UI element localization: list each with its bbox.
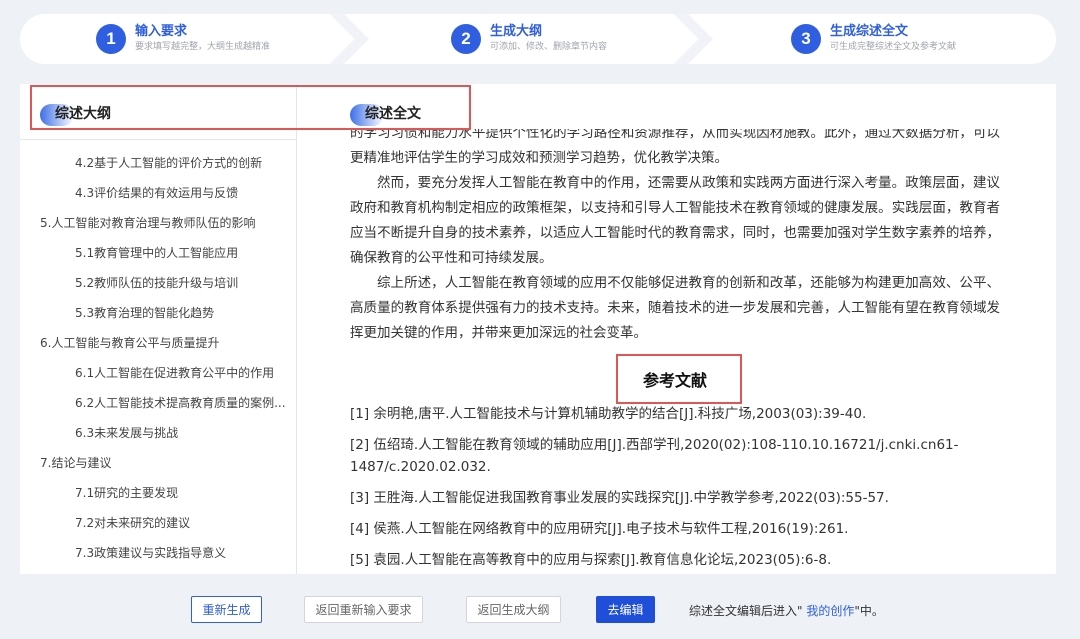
step-separator-chevron-icon xyxy=(281,14,369,64)
outline-item[interactable]: 5.1教育管理中的人工智能应用 xyxy=(20,238,290,268)
outline-item[interactable]: 7.3政策建议与实践指导意义 xyxy=(20,538,290,568)
outline-pane-title: 综述大纲 xyxy=(55,106,111,122)
edit-button[interactable]: 去编辑 xyxy=(596,596,655,623)
step-title: 输入要求 xyxy=(135,24,188,39)
step-generate-fulltext: 3 生成综述全文 可生成完整综述全文及参考文献 xyxy=(791,14,956,64)
outline-header-divider xyxy=(20,139,296,140)
back-to-requirements-button[interactable]: 返回重新输入要求 xyxy=(304,596,423,623)
outline-item[interactable]: 5.2教师队伍的技能升级与培训 xyxy=(20,268,290,298)
step-title: 生成综述全文 xyxy=(830,24,909,39)
outline-item[interactable]: 6.3未来发展与挑战 xyxy=(20,418,290,448)
reference-item: [1] 余明艳,唐平.人工智能技术与计算机辅助教学的结合[J].科技广场,200… xyxy=(350,406,867,422)
step-number-badge: 3 xyxy=(791,24,821,54)
outline-item[interactable]: 7.1研究的主要发现 xyxy=(20,478,290,508)
step-subtitle: 可添加、修改、删除章节内容 xyxy=(490,42,608,52)
fulltext-paragraph: 然而，要充分发挥人工智能在教育中的作用，还需要从政策和实践两方面进行深入考量。政… xyxy=(350,175,1000,266)
footer-note-prefix: 综述全文编辑后进入" xyxy=(689,604,803,618)
reference-item: [4] 侯燕.人工智能在网络教育中的应用研究[J].电子技术与软件工程,2016… xyxy=(350,521,849,537)
outline-item[interactable]: 6.人工智能与教育公平与质量提升 xyxy=(20,328,296,358)
outline-item[interactable]: 4.2基于人工智能的评价方式的创新 xyxy=(20,148,290,178)
reference-item: [3] 王胜海.人工智能促进我国教育事业发展的实践探究[J].中学教学参考,20… xyxy=(350,490,889,506)
outline-item[interactable]: 6.1人工智能在促进教育公平中的作用 xyxy=(20,358,290,388)
fulltext-paragraph: 的学习习惯和能力水平提供个性化的学习路径和资源推荐，从而实现因材施教。此外，通过… xyxy=(350,129,1000,166)
outline-item[interactable]: 4.3评价结果的有效运用与反馈 xyxy=(20,178,290,208)
review-workspace-card: 综述大纲 综述全文 4.2基于人工智能的评价方式的创新 4.3评价结果的有效运用… xyxy=(20,84,1056,574)
step-input-requirements: 1 输入要求 要求填写越完整，大纲生成越精准 xyxy=(96,14,270,64)
outline-item[interactable]: 6.2人工智能技术提高教育质量的案例... xyxy=(20,388,290,418)
references-title: 参考文献 xyxy=(642,371,707,390)
step-generate-outline: 2 生成大纲 可添加、修改、删除章节内容 xyxy=(451,14,607,64)
outline-item[interactable]: 5.3教育治理的智能化趋势 xyxy=(20,298,290,328)
step-number-badge: 1 xyxy=(96,24,126,54)
regenerate-button[interactable]: 重新生成 xyxy=(191,596,262,623)
step-title: 生成大纲 xyxy=(490,24,543,39)
progress-stepper: 1 输入要求 要求填写越完整，大纲生成越精准 2 生成大纲 可添加、修改、删除章… xyxy=(20,14,1056,64)
back-to-outline-button[interactable]: 返回生成大纲 xyxy=(466,596,561,623)
step-separator-chevron-icon xyxy=(625,14,713,64)
fulltext-paragraph: 综上所述，人工智能在教育领域的应用不仅能够促进教育的创新和改革，还能够为构建更加… xyxy=(350,275,1000,341)
step-number-badge: 2 xyxy=(451,24,481,54)
my-creations-link[interactable]: 我的创作 xyxy=(803,604,854,618)
footer-note-suffix: "中。 xyxy=(854,604,884,618)
reference-item: [5] 袁园.人工智能在高等教育中的应用与探索[J].教育信息化论坛,2023(… xyxy=(350,552,832,568)
outline-pane-header: 综述大纲 xyxy=(40,98,111,128)
fulltext-pane-title: 综述全文 xyxy=(365,106,421,122)
fulltext-content[interactable]: 的学习习惯和能力水平提供个性化的学习路径和资源推荐，从而实现因材施教。此外，通过… xyxy=(350,129,1000,574)
reference-item: [2] 伍绍琦.人工智能在教育领域的辅助应用[J].西部学刊,2020(02):… xyxy=(350,437,959,475)
step-subtitle: 要求填写越完整，大纲生成越精准 xyxy=(135,42,271,52)
outline-item[interactable]: 7.2对未来研究的建议 xyxy=(20,508,290,538)
outline-item[interactable]: 5.人工智能对教育治理与教师队伍的影响 xyxy=(20,208,296,238)
outline-list: 4.2基于人工智能的评价方式的创新 4.3评价结果的有效运用与反馈 5.人工智能… xyxy=(20,148,296,568)
pane-divider xyxy=(296,84,297,574)
footer-note: 综述全文编辑后进入" 我的创作"中。 xyxy=(689,602,884,619)
fulltext-pane-header: 综述全文 xyxy=(350,98,421,128)
step-subtitle: 可生成完整综述全文及参考文献 xyxy=(830,42,957,52)
outline-item[interactable]: 7.结论与建议 xyxy=(20,448,296,478)
